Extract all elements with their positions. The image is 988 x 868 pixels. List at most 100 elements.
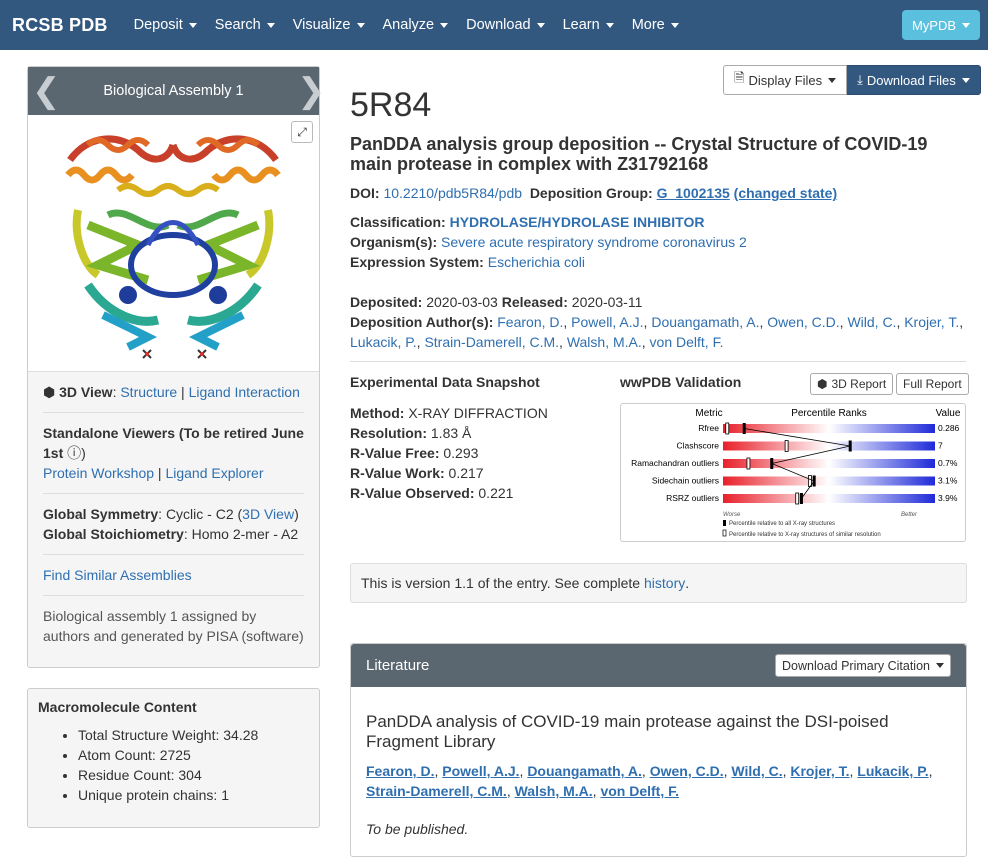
nav-learn[interactable]: Learn [563,17,614,33]
percentile-bar [723,459,935,468]
author-link[interactable]: Walsh, M.A. [515,783,593,799]
chevron-down-icon [440,22,449,28]
citation-title: PanDDA analysis of COVID-19 main proteas… [366,712,889,751]
author-link[interactable]: Walsh, M.A. [567,334,642,350]
standalone-row: Standalone Viewers (To be retired June 1… [43,413,304,494]
author-link[interactable]: Strain-Damerell, C.M. [424,334,559,350]
3d-report-button[interactable]: ⬢ 3D Report [810,373,894,395]
author-link[interactable]: von Delft, F. [650,334,724,350]
author-link[interactable]: Douangamath, A. [527,763,642,779]
history-link[interactable]: history [644,575,685,591]
col-value: Value [936,408,961,419]
author-link[interactable]: Lukacik, P. [857,763,928,779]
expand-icon[interactable]: ⤢ [291,121,313,143]
full-report-button[interactable]: Full Report [896,373,969,395]
mypdb-button[interactable]: MyPDB [901,10,980,40]
better-label: Better [901,512,918,518]
nav-visualize[interactable]: Visualize [293,17,365,33]
nav-learn-label: Learn [562,17,600,33]
author-link[interactable]: Lukacik, P. [350,334,417,350]
structure-link[interactable]: Structure [120,384,177,400]
author-link[interactable]: Fearon, D. [497,314,563,330]
author-link[interactable]: Strain-Damerell, C.M. [366,783,507,799]
author-link[interactable]: Douangamath, A. [651,314,759,330]
snapshot-value: 0.217 [448,465,484,481]
ligand-interaction-link[interactable]: Ligand Interaction [189,384,300,400]
divider [350,361,966,362]
macromolecule-panel: Macromolecule Content Total Structure We… [27,688,320,828]
nav-search[interactable]: Search [215,17,275,33]
validation-chart: Metric Percentile Ranks Value Rfree 0.286… [631,408,961,538]
chevron-down-icon [936,663,944,668]
protein-workshop-link[interactable]: Protein Workshop [43,465,154,481]
validation-title: wwPDB Validation [620,374,742,390]
structure-image[interactable]: ⤢ [28,115,319,372]
group-link[interactable]: G_1002135 [657,185,730,201]
author-link[interactable]: Powell, A.J. [571,314,643,330]
standalone-label: Standalone Viewers (To be retired June 1… [43,425,304,461]
assembly-panel: ❮ Biological Assembly 1 ❯ ⤢ ⬢ 3D View: S… [27,66,326,668]
list-item: Unique protein chains: 1 [78,785,309,805]
ligand-explorer-link[interactable]: Ligand Explorer [165,465,263,481]
classification-info: Classification: HYDROLASE/HYDROLASE INHI… [350,212,747,272]
dates-info: Deposited: 2020-03-03 Released: 2020-03-… [350,294,964,350]
chevron-down-icon [962,22,970,28]
author-link[interactable]: von Delft, F. [600,783,679,799]
find-similar-link[interactable]: Find Similar Assemblies [43,567,192,583]
relative-percentile-marker [725,422,730,435]
file-buttons: 🗎 Display Files ⤓ Download Files [723,65,981,95]
col-metric: Metric [695,408,722,419]
changed-state-link[interactable]: (changed state) [734,185,837,201]
info-icon[interactable]: ⓘ [63,445,81,461]
validation-slider-graphic[interactable]: Metric Percentile Ranks Value Rfree 0.286… [620,403,966,542]
display-files-label: Display Files [748,72,823,88]
metric-value: 0.286 [938,423,960,433]
chevron-left-icon[interactable]: ❮ [32,74,61,108]
assembly-header: ❮ Biological Assembly 1 ❯ [28,67,326,115]
legend-abs-marker [723,520,726,526]
metric-value: 7 [938,441,943,451]
snapshot-row: Resolution: 1.83 Å [350,423,548,443]
expression-link[interactable]: Escherichia coli [488,254,585,270]
nav-more[interactable]: More [632,17,679,33]
chevron-right-icon[interactable]: ❯ [297,74,326,108]
symmetry-3d-view-link[interactable]: 3D View [242,506,294,522]
author-link[interactable]: Krojer, T. [790,763,849,779]
doi-link[interactable]: 10.2210/pdb5R84/pdb [383,185,522,201]
metric-value: 3.1% [938,476,958,486]
chevron-down-icon [266,22,275,28]
author-link[interactable]: Fearon, D. [366,763,434,779]
col-percentile: Percentile Ranks [791,408,867,419]
list-item: Atom Count: 2725 [78,745,309,765]
author-link[interactable]: Powell, A.J. [442,763,519,779]
author-link[interactable]: Krojer, T. [904,314,959,330]
version-notice: This is version 1.1 of the entry. See co… [350,563,967,603]
download-citation-label: Download Primary Citation [782,658,930,673]
doi-row: DOI: 10.2210/pdb5R84/pdb Deposition Grou… [350,183,837,203]
macro-title: Macromolecule Content [38,699,197,715]
author-link[interactable]: Wild, C. [847,314,896,330]
organism-link[interactable]: Severe acute respiratory syndrome corona… [441,234,747,250]
download-files-label: Download Files [866,72,956,88]
download-files-button[interactable]: ⤓ Download Files [847,65,981,95]
author-link[interactable]: Wild, C. [731,763,782,779]
nav-download[interactable]: Download [466,17,545,33]
percentile-bar [723,424,935,433]
classification-link[interactable]: HYDROLASE/HYDROLASE INHIBITOR [450,214,705,230]
brand-logo[interactable]: RCSB PDB [12,15,108,36]
download-citation-button[interactable]: Download Primary Citation [775,654,951,677]
author-link[interactable]: Owen, C.D. [650,763,724,779]
top-navbar: RCSB PDB Deposit Search Visualize Analyz… [0,0,988,50]
stoich-value: Homo 2-mer - A2 [191,526,299,542]
snapshot-label: Method: [350,405,405,421]
nav-deposit[interactable]: Deposit [134,17,197,33]
nav-analyze[interactable]: Analyze [383,17,449,33]
snapshot-row: R-Value Observed: 0.221 [350,483,548,503]
find-similar-row: Find Similar Assemblies [43,555,304,596]
snapshot-title: Experimental Data Snapshot [350,374,540,390]
display-files-button[interactable]: 🗎 Display Files [723,65,848,95]
metric-label: Clashscore [676,441,719,451]
author-link[interactable]: Owen, C.D. [767,314,839,330]
relative-percentile-marker [795,492,800,505]
expression-label: Expression System: [350,254,484,270]
